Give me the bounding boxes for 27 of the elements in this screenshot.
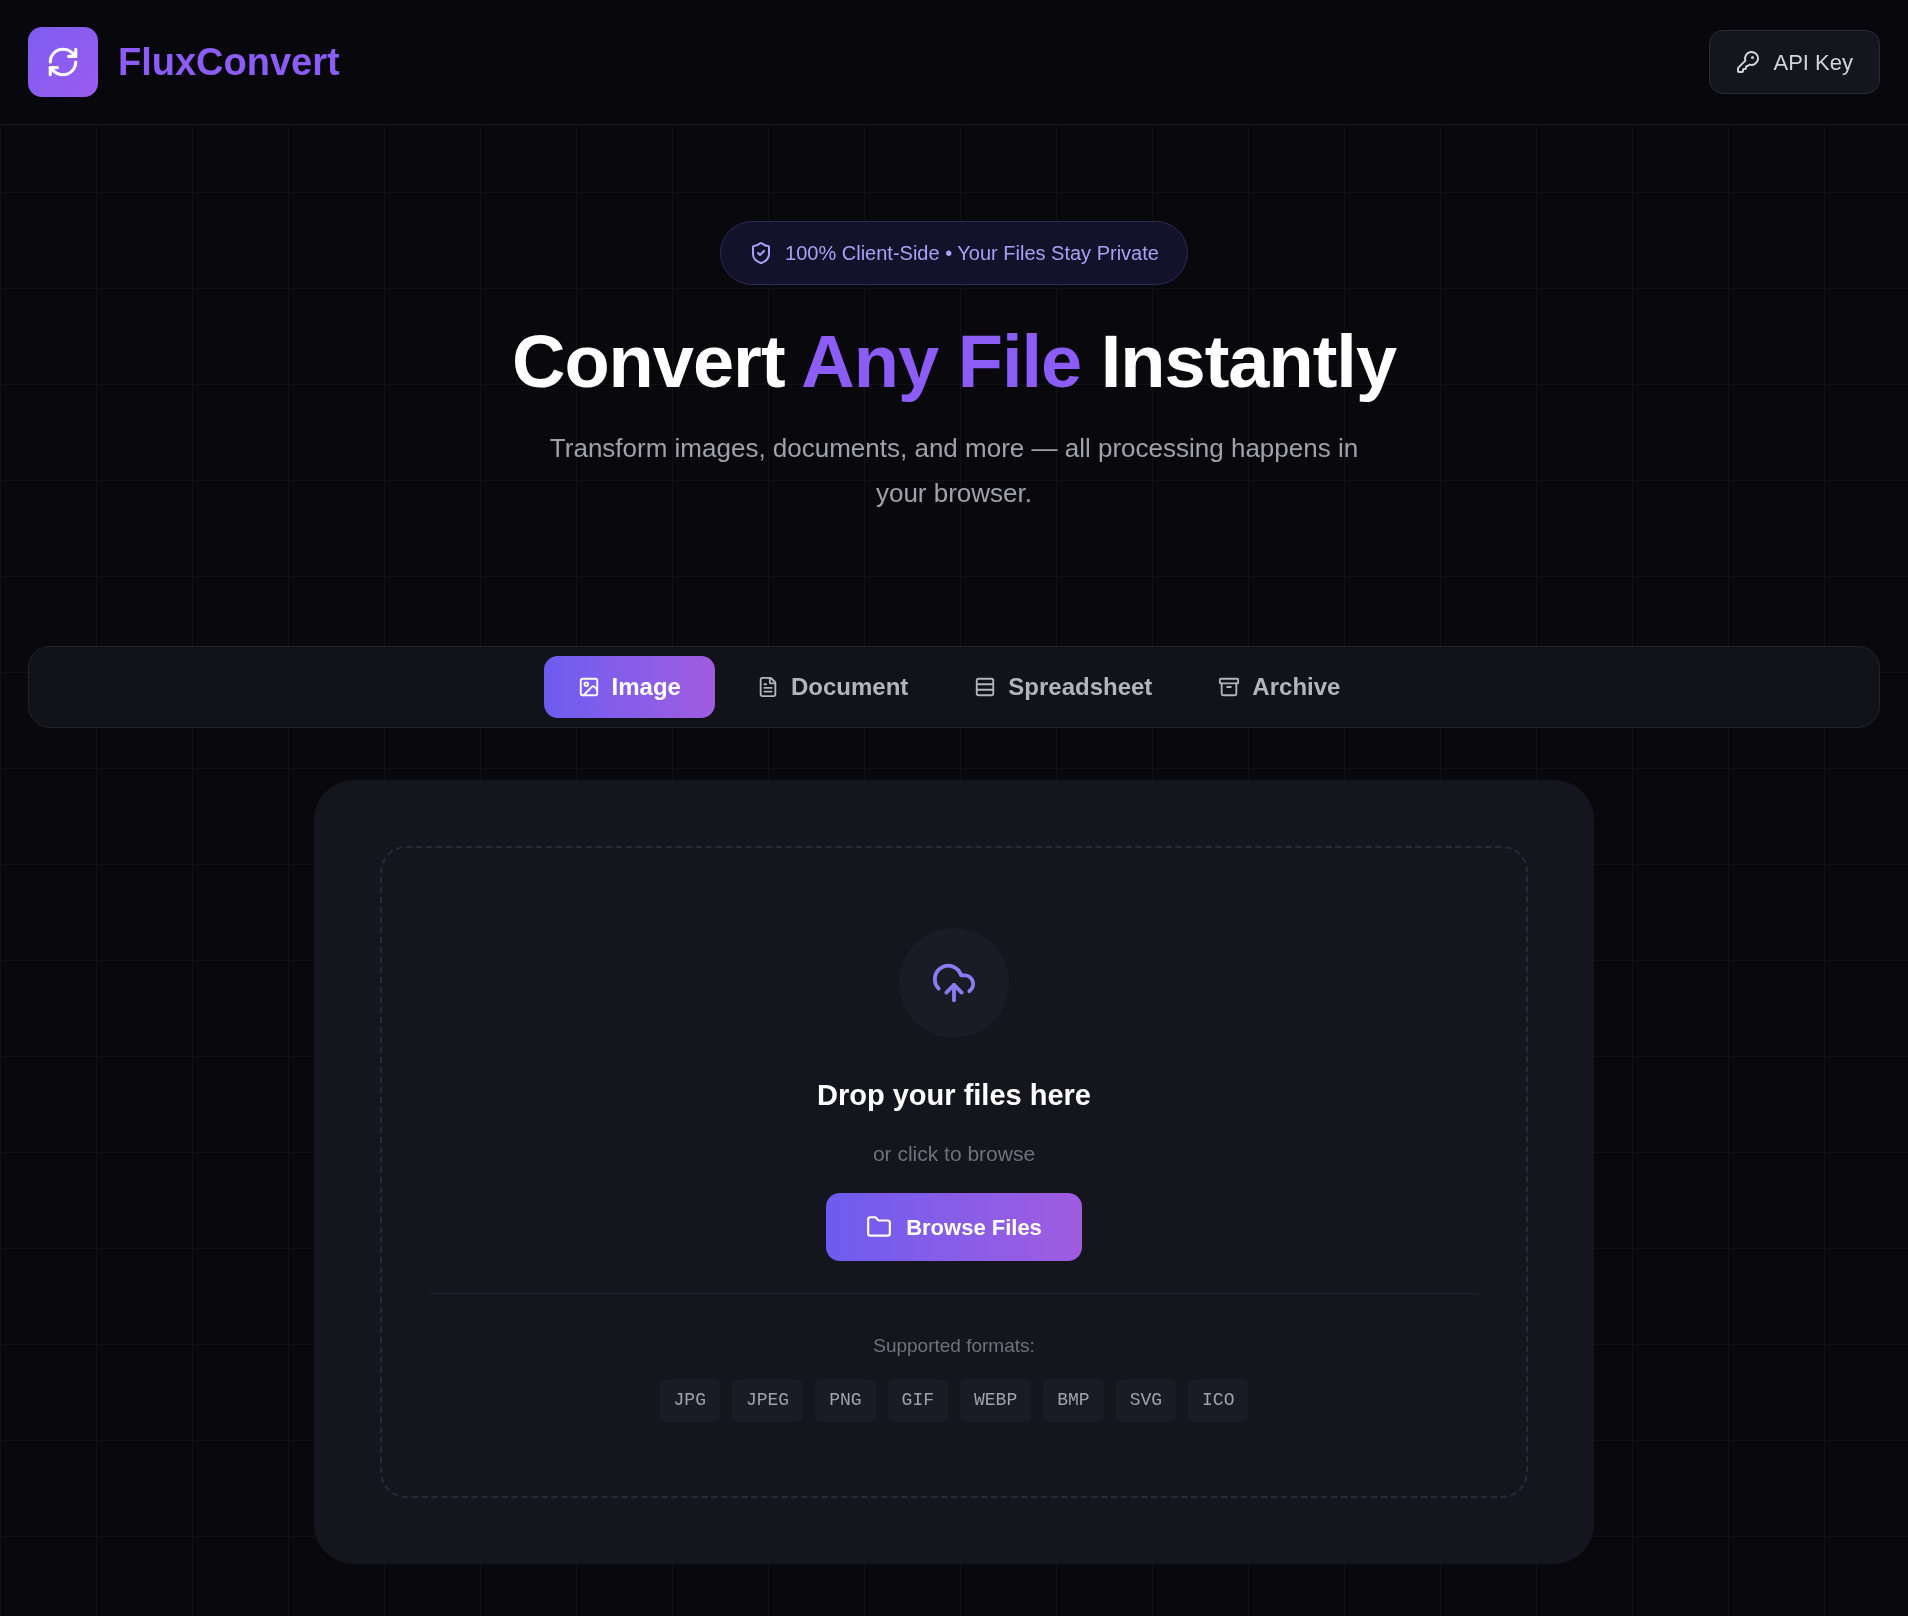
format-tag: BMP (1043, 1378, 1104, 1422)
hero-title: Convert Any File Instantly (511, 321, 1397, 403)
category-tab[interactable]: Document (732, 656, 933, 719)
browse-files-button[interactable]: Browse Files (826, 1193, 1082, 1262)
archive-box-icon (1218, 676, 1241, 699)
logo-icon (28, 27, 98, 97)
api-key-button[interactable]: API Key (1708, 30, 1880, 94)
format-tag: SVG (1115, 1378, 1177, 1422)
key-icon (1735, 50, 1760, 74)
privacy-badge: 100% Client-Side • Your Files Stay Private (720, 221, 1188, 285)
drop-hint: or click to browse (872, 1140, 1036, 1167)
picture-icon (577, 676, 600, 699)
table-icon (974, 676, 997, 699)
brand-name: FluxConvert (118, 39, 340, 85)
drop-zone[interactable]: Drop your files here or click to browse Browse Files Supported formats: JPG JPEG PNG GIF WEBP BMP SVG ICO (380, 846, 1528, 1499)
category-tab[interactable]: Archive (1194, 656, 1365, 719)
format-tag: JPG (659, 1378, 720, 1422)
drop-title: Drop your files here (817, 1078, 1091, 1114)
category-tab[interactable]: Spreadsheet (950, 656, 1177, 719)
format-tag: WEBP (960, 1378, 1032, 1422)
format-tag: ICO (1188, 1378, 1249, 1422)
format-tag: PNG (815, 1378, 876, 1422)
hero-subtitle: Transform images, documents, and more — all processing happens in your browser. (548, 432, 1360, 511)
format-tag: GIF (887, 1378, 948, 1422)
format-tag: JPEG (731, 1378, 804, 1422)
category-tab[interactable]: Image (543, 656, 715, 719)
formats-label: Supported formats: (873, 1334, 1035, 1359)
